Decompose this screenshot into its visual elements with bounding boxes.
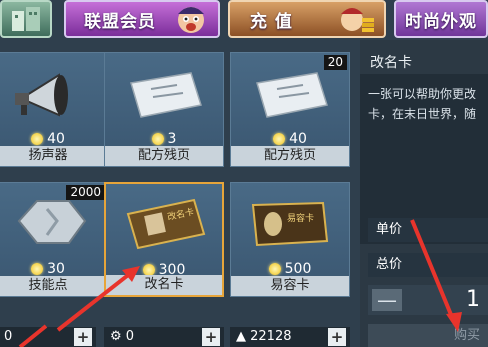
detail-desc-line: 卡，在末日世界，随 (368, 107, 477, 121)
coin-icon (31, 263, 44, 275)
item-name: 技能点 (0, 276, 107, 296)
unit-price-label: 单价 (376, 222, 403, 237)
add-currency-button[interactable]: + (328, 328, 346, 346)
disguise-card-icon: 易容卡 (251, 201, 329, 247)
detail-title: 改名卡 (370, 55, 412, 71)
tab-alliance-member[interactable]: 联盟会员 (64, 0, 220, 38)
add-currency-button[interactable]: + (74, 328, 92, 346)
shop-item-skill-point[interactable]: 2000 30 技能点 (0, 182, 108, 297)
detail-desc-line: 一张可以帮助你更改 (368, 87, 477, 101)
item-name: 改名卡 (106, 275, 222, 295)
tab-alliance-label: 联盟会员 (84, 11, 156, 32)
currency-counter-2: ⚙ 0 + (104, 327, 224, 347)
crystal-icon: ▲ (236, 329, 246, 344)
tab-partial-left[interactable] (0, 0, 52, 38)
coin-icon (273, 133, 286, 145)
currency-counter-1: 0 + (0, 327, 96, 347)
tab-fashion-label: 时尚外观 (405, 11, 477, 32)
decrease-quantity-button[interactable]: — (372, 289, 402, 311)
shop-item-rename-card[interactable]: 改名卡 300 改名卡 (104, 182, 224, 297)
shop-item-speaker[interactable]: 40 扬声器 (0, 52, 108, 167)
coin-icon (31, 133, 44, 145)
mascot-icon (178, 7, 204, 33)
shop-item-recipe-page-b[interactable]: 20 40 配方残页 (230, 52, 350, 167)
item-price: 40 (231, 131, 349, 147)
item-detail-panel: 改名卡 一张可以帮助你更改 卡，在末日世界，随 单价 总价 — 1 购买 (360, 40, 488, 347)
currency-value: 22128 (250, 329, 292, 344)
item-name: 易容卡 (231, 276, 349, 296)
shop-item-recipe-page-a[interactable]: 3 配方残页 (104, 52, 224, 167)
tab-fashion[interactable]: 时尚外观 (394, 0, 488, 38)
total-price-row: 总价 (368, 253, 488, 277)
item-name: 配方残页 (231, 146, 349, 166)
megaphone-icon (15, 73, 68, 117)
rename-card-icon: 改名卡 (126, 198, 206, 250)
coin-icon (268, 263, 281, 275)
coin-icon (151, 133, 164, 145)
shop-item-disguise-card[interactable]: 易容卡 500 易容卡 (230, 182, 350, 297)
tab-recharge-label: 充 值 (250, 11, 293, 32)
currency-value: 0 (4, 329, 13, 344)
total-price-label: 总价 (376, 257, 403, 272)
currency-counter-3: ▲ 22128 + (230, 327, 350, 347)
tab-recharge[interactable]: 充 值 (228, 0, 386, 38)
item-price: 30 (0, 261, 107, 277)
quantity-stepper[interactable]: — 1 (368, 285, 488, 315)
recipe-page-icon (256, 72, 328, 118)
building-icon (12, 7, 40, 31)
skill-stone-icon (17, 200, 87, 244)
quantity-value: 1 (466, 287, 480, 312)
item-price: 40 (0, 131, 107, 147)
item-name: 配方残页 (105, 146, 223, 166)
item-price: 500 (231, 261, 349, 277)
recipe-page-icon (130, 72, 202, 118)
item-price: 3 (105, 131, 223, 147)
gear-icon: ⚙ (110, 329, 122, 344)
add-currency-button[interactable]: + (202, 328, 220, 346)
buy-button[interactable]: 购买 (368, 324, 488, 347)
item-name: 扬声器 (0, 146, 107, 166)
coin-stack-icon (341, 8, 374, 32)
card-label: 易容卡 (287, 212, 314, 224)
currency-value: 0 (125, 329, 135, 344)
unit-price-row: 单价 (368, 218, 488, 242)
